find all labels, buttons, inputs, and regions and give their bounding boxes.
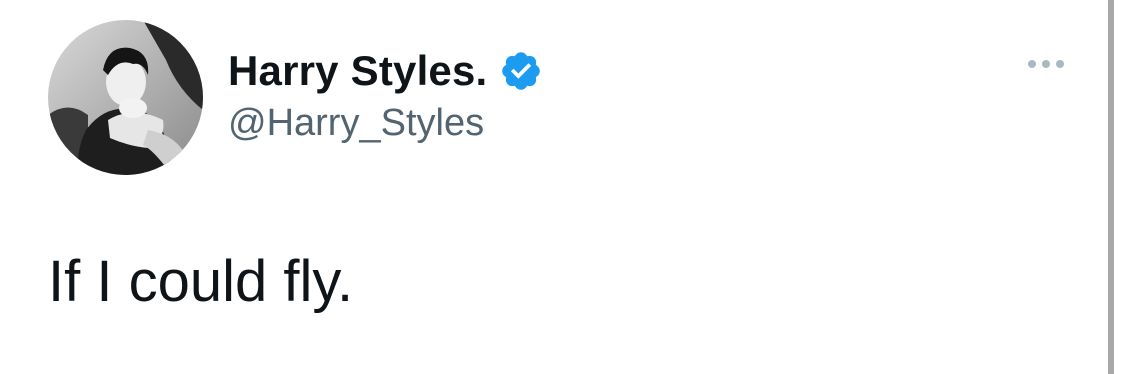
more-dot <box>1056 60 1064 68</box>
tweet-text: If I could fly. <box>48 249 354 314</box>
author-name-row: Harry Styles. <box>228 46 543 96</box>
window-edge-divider <box>1108 0 1114 374</box>
avatar-photo <box>48 20 203 175</box>
verified-badge-icon <box>499 49 543 93</box>
more-dot <box>1042 60 1050 68</box>
more-options-icon[interactable] <box>1028 60 1064 68</box>
author-display-name[interactable]: Harry Styles. <box>228 47 487 95</box>
author-handle[interactable]: @Harry_Styles <box>228 102 484 145</box>
more-dot <box>1028 60 1036 68</box>
tweet-card: Harry Styles. @Harry_Styles If I could f… <box>0 0 1124 374</box>
author-avatar[interactable] <box>48 20 203 175</box>
